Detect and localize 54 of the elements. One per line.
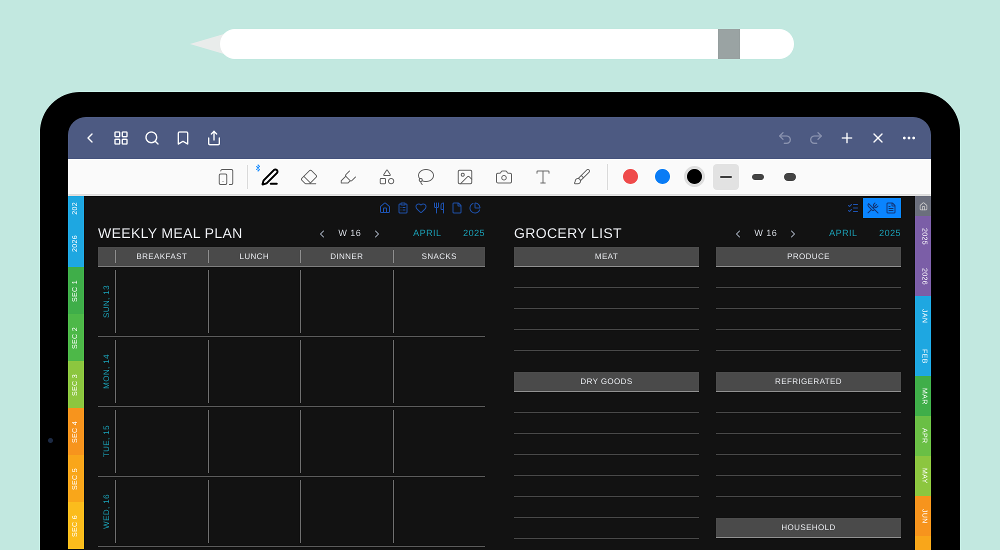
add-icon[interactable] [839,130,855,146]
section-title: DRY GOODS [580,376,633,388]
shapes-icon [378,168,396,186]
color-swatch[interactable] [622,169,638,184]
home-icon [918,202,928,210]
day-label: TUE, 15 [100,425,112,458]
document-icon[interactable] [451,202,463,214]
column-header: LUNCH [239,250,270,262]
section-title: MEAT [594,250,618,262]
pen-icon [260,168,278,186]
meal-plan-week: W 16 [338,226,362,240]
day-label: WED, 16 [100,494,112,529]
day-label: MON, 14 [100,354,112,389]
clipboard-icon[interactable] [397,202,409,214]
grocery-month[interactable]: APRIL [829,226,880,240]
meal-plan-month[interactable]: APRIL [413,226,464,240]
color-swatch[interactable] [654,169,670,184]
camera-lens [48,438,53,443]
page-title: GROCERY LIST [514,224,622,243]
reader-icon [216,168,234,186]
camera-icon [494,168,512,186]
grocery-year[interactable]: 2025 [879,226,901,240]
text-icon [534,168,552,186]
day-label: SUN, 13 [100,284,112,318]
color-swatch[interactable] [686,169,702,184]
eraser-icon [300,168,318,186]
bluetooth-icon [254,164,262,172]
column-header: DINNER [330,250,364,262]
home-icon[interactable] [379,202,391,214]
column-header: SNACKS [422,250,457,262]
share-icon[interactable] [206,130,222,146]
section-title: HOUSEHOLD [781,522,836,534]
home-tab[interactable] [915,196,931,216]
stroke-width-option[interactable] [713,164,739,190]
heart-icon[interactable] [415,202,427,214]
checklist-icon[interactable] [847,202,859,214]
active-tab-group[interactable] [863,198,901,218]
search-icon[interactable] [144,130,160,146]
page-title: WEEKLY MEAL PLAN [98,224,243,243]
image-icon [456,168,474,186]
section-title: PRODUCE [787,250,830,262]
utensils-icon[interactable] [433,202,445,214]
column-header: BREAKFAST [136,250,188,262]
pie-chart-icon[interactable] [469,202,481,214]
bookmark-icon[interactable] [175,130,191,146]
section-title: REFRIGERATED [775,376,842,388]
utensils-icon[interactable] [867,202,879,214]
grocery-week: W 16 [754,226,778,240]
grid-icon[interactable] [113,130,129,146]
document-icon[interactable] [885,202,897,214]
highlighter-icon [338,168,356,186]
meal-plan-year[interactable]: 2025 [463,226,485,240]
brush-icon [572,168,590,186]
lasso-icon [416,168,434,186]
